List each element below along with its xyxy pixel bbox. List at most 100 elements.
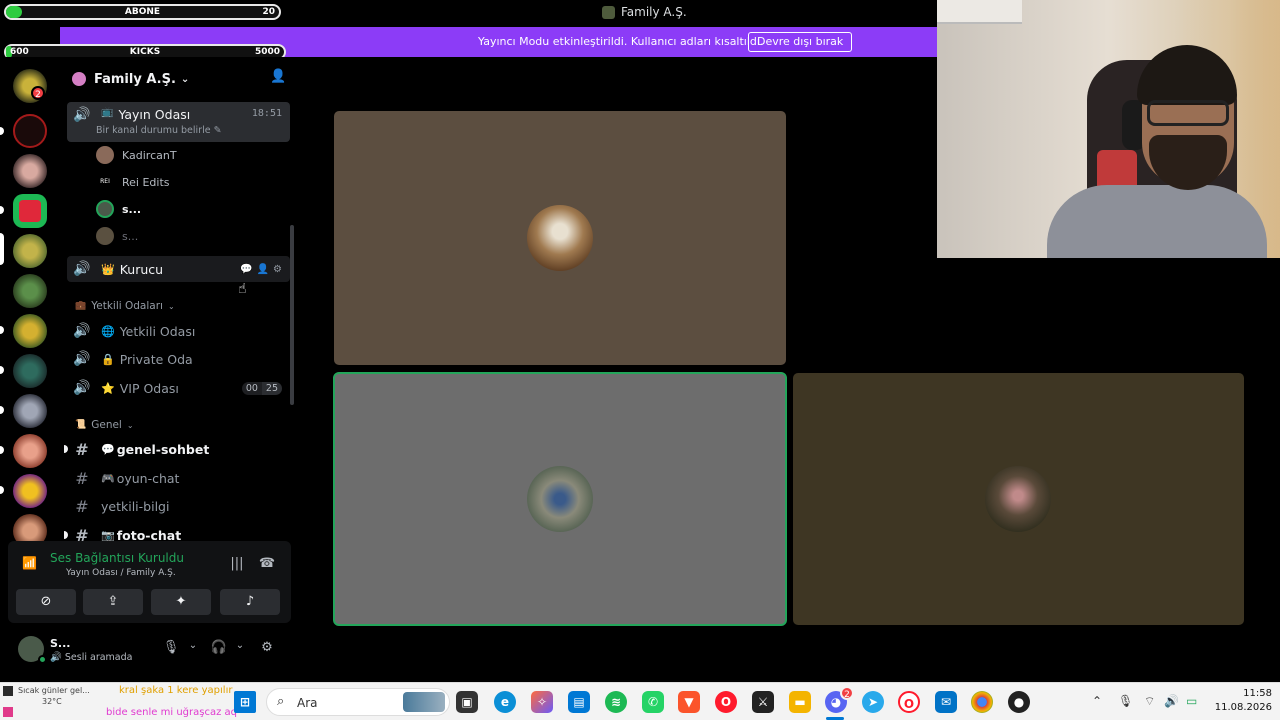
telegram-icon[interactable]: ➤ [862,691,884,713]
user-name[interactable]: S... [50,637,70,650]
whatsapp-icon[interactable]: ✆ [642,691,664,713]
opera-gx-icon[interactable]: O [898,691,920,713]
text-channel-oyun-chat[interactable]: # 🎮 oyun-chat [67,465,290,491]
unread-indicator [64,531,68,539]
chevron-down-icon[interactable]: ⌄ [231,640,249,658]
voice-channel-yayin-odasi[interactable]: 🔊 📺 Yayın Odası 18:51 [67,102,290,142]
activities-button[interactable]: ✦ [151,589,211,615]
disconnect-icon[interactable]: ☎ [257,556,277,574]
search-highlight-image [403,692,445,712]
window-title: Family A.Ş. [602,5,687,19]
system-clock[interactable]: 11:58 11.08.2026 [1208,687,1272,715]
unread-pill [0,406,4,414]
text-channel-name: genel-sohbet [116,441,210,457]
gear-icon[interactable]: ⚙ [258,640,276,658]
task-view-icon[interactable]: ▣ [456,691,478,713]
server-icon-green-k[interactable] [13,194,47,228]
invite-icon[interactable]: 👤 [257,264,269,275]
streamer-webcam [937,0,1280,258]
mouse-cursor: ☝ [238,281,247,297]
server-icon-red[interactable] [13,114,47,148]
tray-chevron-icon[interactable]: ⌃ [1092,694,1102,708]
avatar [96,227,114,245]
store-icon[interactable]: ▤ [568,691,590,713]
windows-start-icon[interactable]: ⊞ [234,691,256,713]
noise-suppression-icon[interactable]: ||| [227,556,247,574]
channel-actions: 💬 👤 ⚙ [240,264,282,275]
server-icon-hype[interactable] [13,474,47,508]
sidebar-scrollbar[interactable] [290,225,294,405]
voice-channel-kurucu[interactable]: 🔊 👑 Kurucu 💬 👤 ⚙ [67,256,290,282]
server-icon-family[interactable] [13,234,47,268]
brave-icon[interactable]: ▼ [678,691,700,713]
text-channel-genel-sohbet[interactable]: # 💬 genel-sohbet [64,436,290,462]
category-yetkili-odalari[interactable]: 💼 Yetkili Odaları ⌄ [75,300,175,312]
briefcase-icon: 💼 [75,301,87,311]
outlook-icon[interactable]: ✉ [935,691,957,713]
voice-channel-vip-odasi[interactable]: 🔊 ⭐ VIP Odası 00 25 [67,375,290,401]
webcam-person-body [1047,185,1267,258]
signal-icon[interactable]: 📶 [22,556,38,572]
text-channel-yetkili-bilgi[interactable]: # yetkili-bilgi [67,493,290,519]
wifi-icon[interactable]: ⌔ [1144,694,1155,709]
voice-member[interactable]: s... [96,225,138,247]
speech-emoji-icon: 💬 [101,442,115,456]
chat-message: kral şaka 1 kere yapılır [119,685,233,696]
voice-channel-name: Private Oda [119,351,193,367]
taskbar-search[interactable]: ⌕ Ara [266,688,450,716]
server-header[interactable]: Family A.Ş. ⌄ [72,69,290,89]
file-explorer-icon[interactable]: ▬ [789,691,811,713]
server-icon-forest[interactable] [13,274,47,308]
voice-member[interactable]: KadircanT [96,144,177,166]
spotify-icon[interactable]: ≋ [605,691,627,713]
server-icon-avatar-1[interactable] [13,154,47,188]
chat-bubble-icon[interactable]: 💬 [240,264,252,275]
soundboard-button[interactable]: ♪ [220,589,280,615]
abone-goal-bar: ABONE 20 [4,4,281,20]
chevron-down-icon: ⌄ [180,73,190,85]
camera-emoji-icon: 📷 [101,528,115,542]
current-users: 00 [241,381,262,395]
disable-streamer-mode-button[interactable]: Devre dışı bırak [748,32,853,52]
voice-channel-name: Yetkili Odası [119,323,196,339]
hash-icon: # [75,468,89,488]
server-icon-compass[interactable] [13,354,47,388]
opera-icon[interactable]: O [715,691,737,713]
microphone-icon[interactable]: 🎙 [162,640,180,658]
app-icon[interactable]: ● [1008,691,1030,713]
chrome-icon[interactable] [971,691,993,713]
channel-status-hint[interactable]: Bir kanal durumu belirle ✎ [96,125,222,136]
hash-icon: # [75,496,89,516]
participant-tile-speaking[interactable] [333,372,787,626]
volume-icon[interactable]: 🔊 [1164,694,1179,708]
search-icon: ⌕ [277,694,285,709]
camera-off-button[interactable]: ⊘ [16,589,76,615]
voice-channel-private-oda[interactable]: 🔊 🔒 Private Oda [67,346,290,372]
voice-member[interactable]: s... [96,198,141,220]
screen-share-button[interactable]: ⇪ [83,589,143,615]
voice-member-name: s... [122,202,142,216]
edge-icon[interactable]: e [494,691,516,713]
server-icon-avatar-2[interactable] [13,394,47,428]
server-icon-crown[interactable] [13,314,47,348]
voice-connection-status[interactable]: Ses Bağlantısı Kuruldu [50,551,184,565]
voice-connection-panel: 📶 Ses Bağlantısı Kuruldu Yayın Odası / F… [8,541,291,623]
headphones-icon[interactable]: 🎧 [210,640,228,658]
gear-icon[interactable]: ⚙ [273,264,282,275]
category-genel[interactable]: 📜 Genel ⌄ [75,419,134,431]
participant-avatar [527,466,593,532]
game-icon[interactable]: ⚔ [752,691,774,713]
server-icon-avatar-3[interactable] [13,434,47,468]
kicks-goal-max: 5000 [254,47,280,57]
voice-channel-yetkili-odasi[interactable]: 🔊 🌐 Yetkili Odası [67,318,290,344]
battery-icon[interactable]: ▭ [1186,694,1197,708]
copilot-icon[interactable]: ✧ [531,691,553,713]
voice-member[interactable]: REI Rei Edits [96,171,170,193]
participant-tile[interactable] [793,373,1244,625]
participant-tile[interactable] [334,111,786,365]
add-member-icon[interactable]: 👤 [270,69,286,85]
voice-connection-location[interactable]: Yayın Odası / Family A.Ş. [66,568,176,578]
chevron-down-icon[interactable]: ⌄ [184,640,202,658]
abone-goal-label: ABONE [124,7,161,17]
microphone-tray-icon[interactable]: 🎙 [1118,694,1133,708]
